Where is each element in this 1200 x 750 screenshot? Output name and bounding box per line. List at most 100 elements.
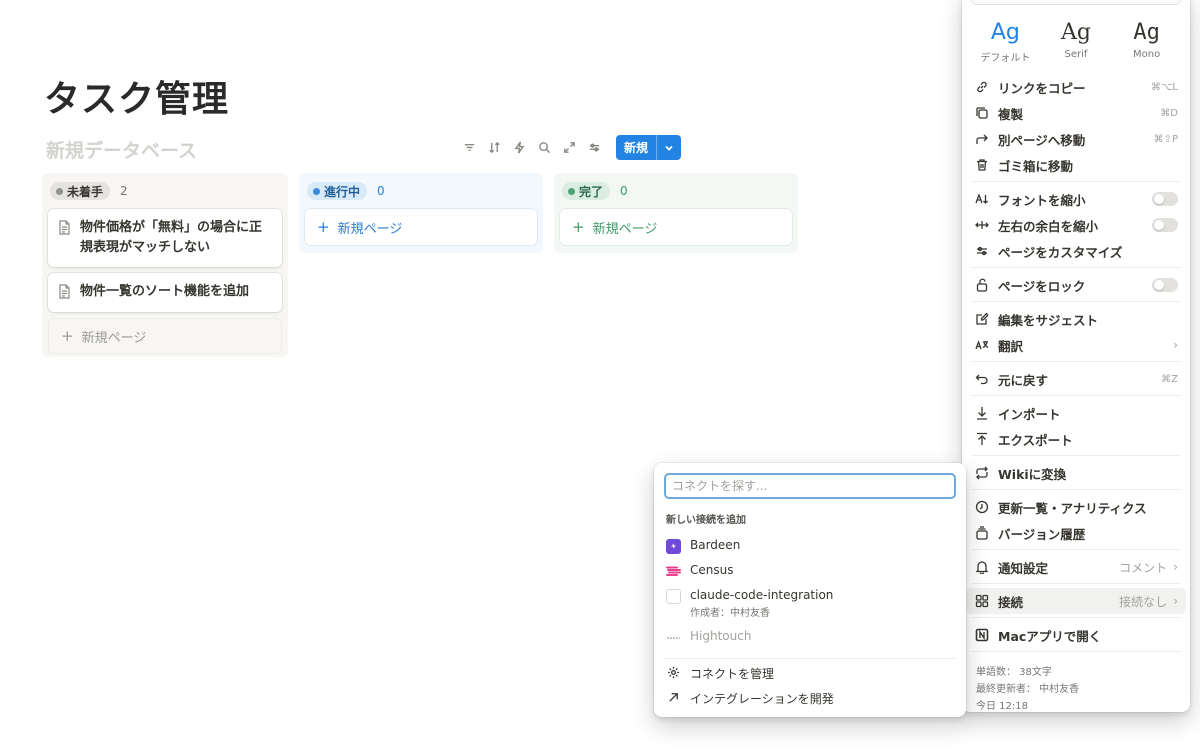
status-dot: [568, 187, 575, 195]
connection-search-input[interactable]: [664, 473, 956, 499]
new-button[interactable]: 新規: [616, 135, 682, 160]
add-new-page-button[interactable]: + 新規ページ: [48, 318, 282, 354]
connection-text: claude-code-integration 作成者：中村友香: [690, 588, 833, 619]
manage-connections-label: コネクトを管理: [690, 667, 775, 681]
menu-item-turn-into-wiki[interactable]: Wikiに変換: [962, 460, 1190, 486]
menu-divider: [972, 455, 1180, 456]
status-label: 完了: [579, 184, 604, 199]
board-column-not-started: 未着手 2 物件価格が「無料」の場合に正規表現がマッチしない 物件一覧のソート機…: [42, 173, 288, 357]
history-icon: [974, 525, 990, 541]
menu-item-value: コメント: [1119, 560, 1168, 575]
add-new-page-label: 新規ページ: [81, 330, 147, 346]
card-title: 物件価格が「無料」の場合に正規表現がマッチしない: [80, 220, 263, 255]
menu-item-label: バージョン履歴: [998, 526, 1086, 542]
database-toolbar: 新規: [458, 135, 682, 160]
font-sample: Ag: [1060, 20, 1091, 45]
font-option-serif[interactable]: Ag Serif: [1044, 20, 1108, 64]
plus-icon: +: [572, 218, 585, 236]
develop-integration-label: インテグレーションを開発: [690, 692, 834, 706]
word-count: 単語数： 38文字: [976, 667, 1052, 678]
text-size-icon: [974, 191, 990, 207]
status-pill[interactable]: 完了: [562, 182, 611, 200]
menu-item-label: 別ページへ移動: [998, 132, 1086, 148]
menu-divider: [972, 267, 1180, 268]
menu-divider: [972, 489, 1180, 490]
menu-item-connections[interactable]: 接続 接続なし ›: [966, 588, 1186, 614]
new-button-label[interactable]: 新規: [616, 135, 658, 160]
board-card[interactable]: 物件価格が「無料」の場合に正規表現がマッチしない: [48, 209, 282, 267]
filter-icon[interactable]: [458, 137, 480, 159]
column-count: 0: [377, 184, 385, 198]
chevron-right-icon: ›: [1173, 594, 1178, 608]
last-edited-time: 今日 12:18: [976, 701, 1028, 712]
link-icon: [974, 79, 990, 95]
menu-item-analytics[interactable]: 更新一覧・アナリティクス: [962, 494, 1190, 520]
move-arrow-icon: [974, 131, 990, 147]
menu-item-label: 元に戻す: [998, 372, 1049, 388]
last-edited-by: 最終更新者： 中村友香: [976, 684, 1080, 695]
automation-icon[interactable]: [508, 137, 530, 159]
menu-item-version-history[interactable]: バージョン履歴: [962, 520, 1190, 546]
menu-item-small-text[interactable]: フォントを縮小: [962, 186, 1190, 212]
menu-item-duplicate[interactable]: 複製 ⌘D: [962, 100, 1190, 126]
menu-item-suggest-edits[interactable]: 編集をサジェスト: [962, 306, 1190, 332]
menu-item-copy-link[interactable]: リンクをコピー ⌘⌥L: [962, 74, 1190, 100]
menu-divider: [972, 617, 1180, 618]
connection-name: Bardeen: [690, 538, 741, 552]
add-new-page-button[interactable]: + 新規ページ: [305, 209, 537, 245]
menu-item-undo[interactable]: 元に戻す ⌘Z: [962, 366, 1190, 392]
status-pill[interactable]: 進行中: [307, 182, 368, 200]
status-dot: [56, 187, 63, 195]
add-new-page-button[interactable]: + 新規ページ: [560, 209, 792, 245]
connection-item-bardeen[interactable]: Bardeen: [666, 538, 740, 554]
settings-sliders-icon[interactable]: [583, 137, 605, 159]
menu-item-open-mac-app[interactable]: Macアプリで開く: [962, 622, 1190, 648]
duplicate-icon: [974, 105, 990, 121]
menu-item-trash[interactable]: ゴミ箱に移動: [962, 152, 1190, 178]
small-text-toggle[interactable]: [1152, 192, 1178, 206]
menu-item-label: インポート: [998, 406, 1061, 422]
page-icon: [58, 284, 74, 303]
menu-divider: [972, 651, 1180, 652]
search-icon[interactable]: [533, 137, 555, 159]
board-card[interactable]: 物件一覧のソート機能を追加: [48, 273, 282, 312]
font-option-mono[interactable]: Ag Mono: [1115, 20, 1179, 64]
lock-page-toggle[interactable]: [1152, 278, 1178, 292]
import-icon: [974, 405, 990, 421]
manage-connections-button[interactable]: コネクトを管理: [666, 665, 774, 682]
add-new-page-label: 新規ページ: [592, 221, 658, 237]
font-option-default[interactable]: Ag デフォルト: [973, 20, 1037, 64]
menu-item-customize[interactable]: ページをカスタマイズ: [962, 238, 1190, 264]
shortcut-hint: ⌘D: [1160, 107, 1178, 119]
connection-item-claude-code[interactable]: C claude-code-integration 作成者：中村友香: [666, 588, 833, 619]
status-dot: [313, 187, 320, 195]
undo-icon: [974, 371, 990, 387]
menu-item-label: 複製: [998, 106, 1024, 122]
connections-popup: 新しい接続を追加 Bardeen Census C claude-code-in…: [654, 463, 966, 717]
board-column-done: 完了 0 + 新規ページ: [554, 173, 798, 253]
menu-item-full-width[interactable]: 左右の余白を縮小: [962, 212, 1190, 238]
full-width-toggle[interactable]: [1152, 218, 1178, 232]
menu-item-lock-page[interactable]: ページをロック: [962, 272, 1190, 298]
menu-item-label: ゴミ箱に移動: [998, 158, 1074, 174]
menu-item-move-to[interactable]: 別ページへ移動 ⌘⇧P: [962, 126, 1190, 152]
notion-logo-icon: [974, 627, 990, 643]
clock-icon: [974, 499, 990, 515]
column-header: 完了 0: [562, 181, 790, 201]
menu-item-translate[interactable]: 翻訳 ›: [962, 332, 1190, 358]
menu-item-export[interactable]: エクスポート: [962, 426, 1190, 452]
status-label: 未着手: [67, 184, 104, 199]
menu-item-import[interactable]: インポート: [962, 400, 1190, 426]
chevron-down-icon[interactable]: [657, 135, 681, 160]
menu-item-label: 左右の余白を縮小: [998, 218, 1099, 234]
menu-item-notifications[interactable]: 通知設定 コメント ›: [962, 554, 1190, 580]
develop-integration-link[interactable]: インテグレーションを開発: [666, 690, 834, 707]
connection-item-census[interactable]: Census: [666, 563, 733, 579]
connection-item-hightouch[interactable]: Hightouch: [666, 629, 751, 645]
status-pill[interactable]: 未着手: [50, 182, 111, 200]
column-header: 未着手 2: [50, 181, 280, 201]
expand-icon[interactable]: [558, 137, 580, 159]
menu-search-input[interactable]: [971, 0, 1181, 5]
sort-icon[interactable]: [483, 137, 505, 159]
database-title[interactable]: 新規データベース: [46, 136, 197, 163]
